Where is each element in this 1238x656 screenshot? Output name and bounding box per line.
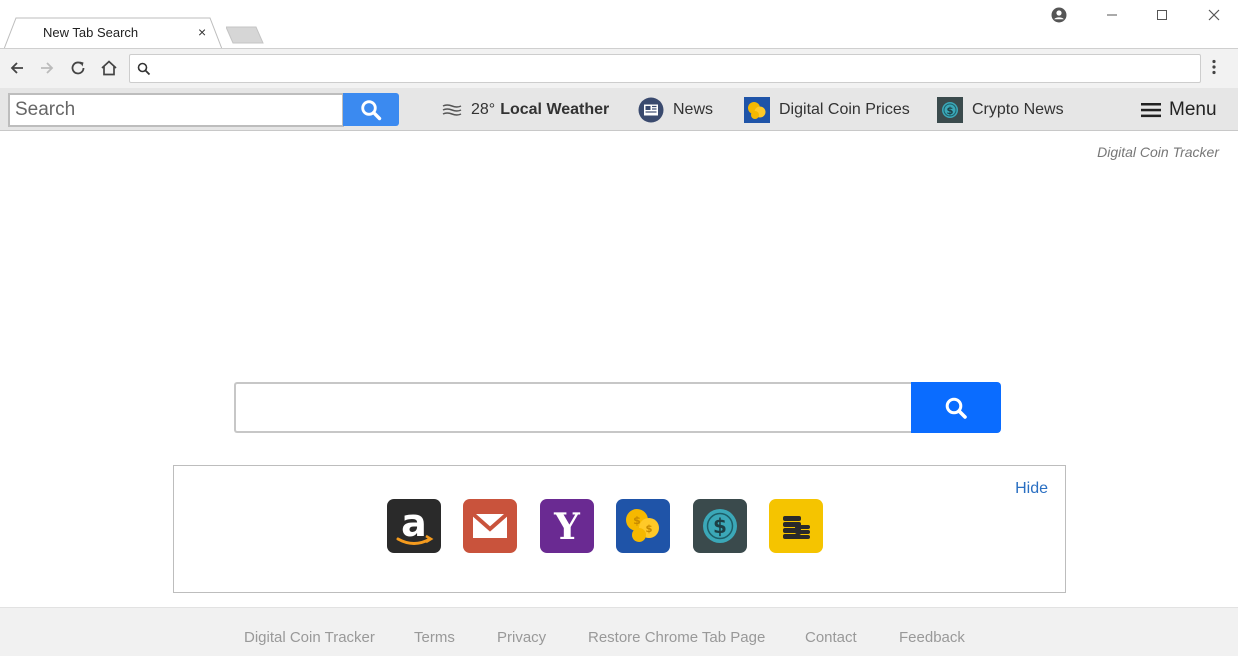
extension-search-input[interactable] — [8, 93, 344, 127]
brand-logo-text: Digital Coin Tracker — [1097, 144, 1219, 160]
address-input[interactable] — [158, 58, 1188, 79]
profile-icon[interactable] — [1039, 4, 1079, 26]
coins-icon — [744, 97, 770, 123]
kebab-menu-icon[interactable] — [1212, 59, 1216, 75]
weather-temperature: 28° — [471, 101, 496, 118]
yahoo-icon[interactable]: Y — [540, 499, 594, 553]
news-link[interactable]: News — [638, 97, 714, 123]
reload-icon — [71, 61, 85, 75]
forward-arrow-icon — [41, 62, 54, 74]
dollar-coin-icon: $ — [937, 97, 963, 123]
footer-link-privacy[interactable]: Privacy — [497, 629, 546, 646]
weather-link[interactable]: 28° Local Weather — [442, 98, 609, 122]
footer-link-digital-coin-tracker[interactable]: Digital Coin Tracker — [244, 629, 375, 646]
menu-label: Menu — [1169, 99, 1217, 120]
svg-text:Y: Y — [553, 506, 581, 548]
weather-wind-icon — [442, 103, 462, 117]
footer-link-restore-chrome-tab-page[interactable]: Restore Chrome Tab Page — [588, 629, 765, 646]
svg-text:$: $ — [713, 514, 727, 538]
menu-button[interactable]: Menu — [1141, 99, 1217, 121]
svg-text:$: $ — [947, 106, 954, 117]
hamburger-icon — [1141, 102, 1161, 118]
tab-title: New Tab Search — [43, 25, 139, 40]
search-icon — [945, 397, 967, 419]
hide-link[interactable]: Hide — [1015, 480, 1048, 498]
footer-link-contact[interactable]: Contact — [805, 629, 857, 646]
weather-label: Local Weather — [500, 101, 610, 118]
gmail-icon[interactable] — [463, 499, 517, 553]
coin-stack-icon[interactable] — [769, 499, 823, 553]
crypto-news-label: Crypto News — [972, 101, 1064, 118]
back-arrow-icon — [10, 62, 23, 74]
home-icon — [101, 60, 117, 76]
home-button[interactable] — [99, 58, 119, 78]
newspaper-icon — [638, 97, 664, 123]
crypto-news-link[interactable]: $ Crypto News — [937, 97, 1064, 123]
extension-bar: 28° Local Weather News Digital Coin Pric… — [0, 88, 1238, 131]
footer-link-feedback[interactable]: Feedback — [899, 629, 965, 646]
digital-coin-prices-link[interactable]: Digital Coin Prices — [744, 97, 910, 123]
dollar-coin-icon[interactable]: $ — [693, 499, 747, 553]
quick-links-panel: Hide a Y $ $ $ — [173, 465, 1066, 593]
footer-link-terms[interactable]: Terms — [414, 629, 455, 646]
coins-icon[interactable]: $ $ — [616, 499, 670, 553]
tab-close-icon[interactable]: × — [198, 25, 206, 39]
main-search-button[interactable] — [911, 382, 1001, 433]
digital-coin-prices-label: Digital Coin Prices — [779, 101, 910, 118]
svg-text:$: $ — [633, 514, 641, 527]
main-search — [234, 382, 1001, 433]
footer: Digital Coin Tracker Terms Privacy Resto… — [0, 607, 1238, 656]
main-search-input[interactable] — [234, 382, 912, 433]
svg-text:$: $ — [646, 524, 653, 535]
svg-text:a: a — [401, 501, 427, 545]
browser-tab[interactable]: New Tab Search × — [4, 17, 222, 49]
news-link-label: News — [673, 101, 714, 118]
amazon-icon[interactable]: a — [387, 499, 441, 553]
browser-toolbar — [0, 49, 1238, 88]
maximize-icon[interactable] — [1142, 4, 1182, 26]
minimize-icon[interactable] — [1092, 4, 1132, 26]
new-tab-button[interactable] — [226, 26, 264, 44]
search-icon — [361, 99, 382, 120]
back-button[interactable] — [7, 58, 27, 78]
reload-button[interactable] — [68, 58, 88, 78]
title-bar: New Tab Search × — [0, 0, 1238, 49]
close-window-icon[interactable] — [1194, 4, 1234, 26]
forward-button[interactable] — [37, 58, 57, 78]
extension-search-button[interactable] — [343, 93, 399, 126]
search-icon — [137, 62, 151, 76]
address-bar[interactable] — [129, 54, 1201, 83]
